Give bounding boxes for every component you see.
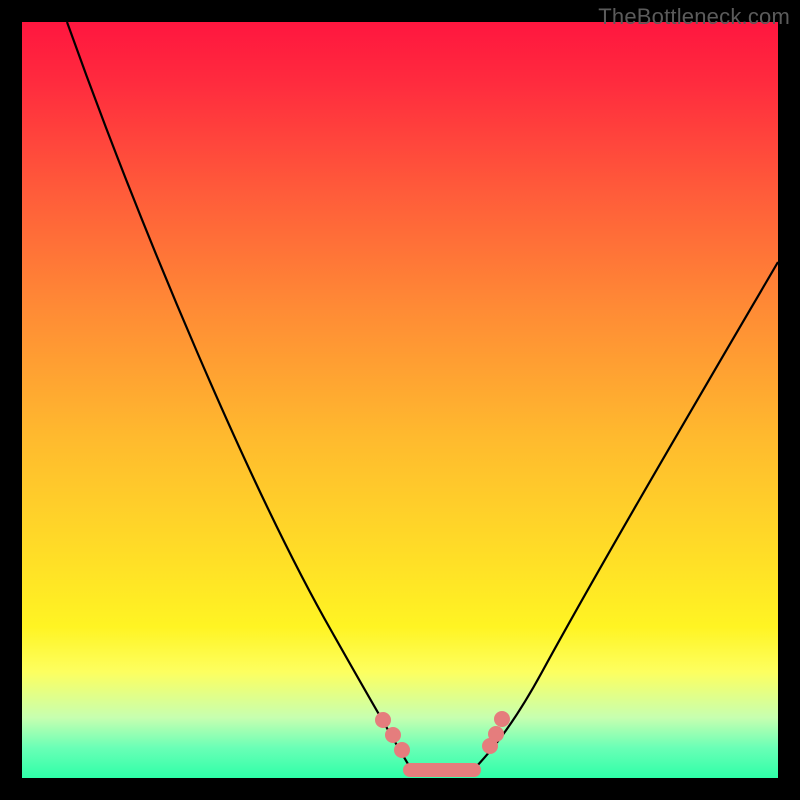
marker-dot (375, 712, 391, 728)
chart-plot-area (22, 22, 778, 778)
watermark-text: TheBottleneck.com (598, 4, 790, 30)
marker-dot (494, 711, 510, 727)
marker-dot (385, 727, 401, 743)
marker-dot (394, 742, 410, 758)
bottleneck-curve (22, 22, 778, 778)
marker-dot (488, 726, 504, 742)
right-curve (476, 262, 778, 767)
left-curve (67, 22, 408, 764)
